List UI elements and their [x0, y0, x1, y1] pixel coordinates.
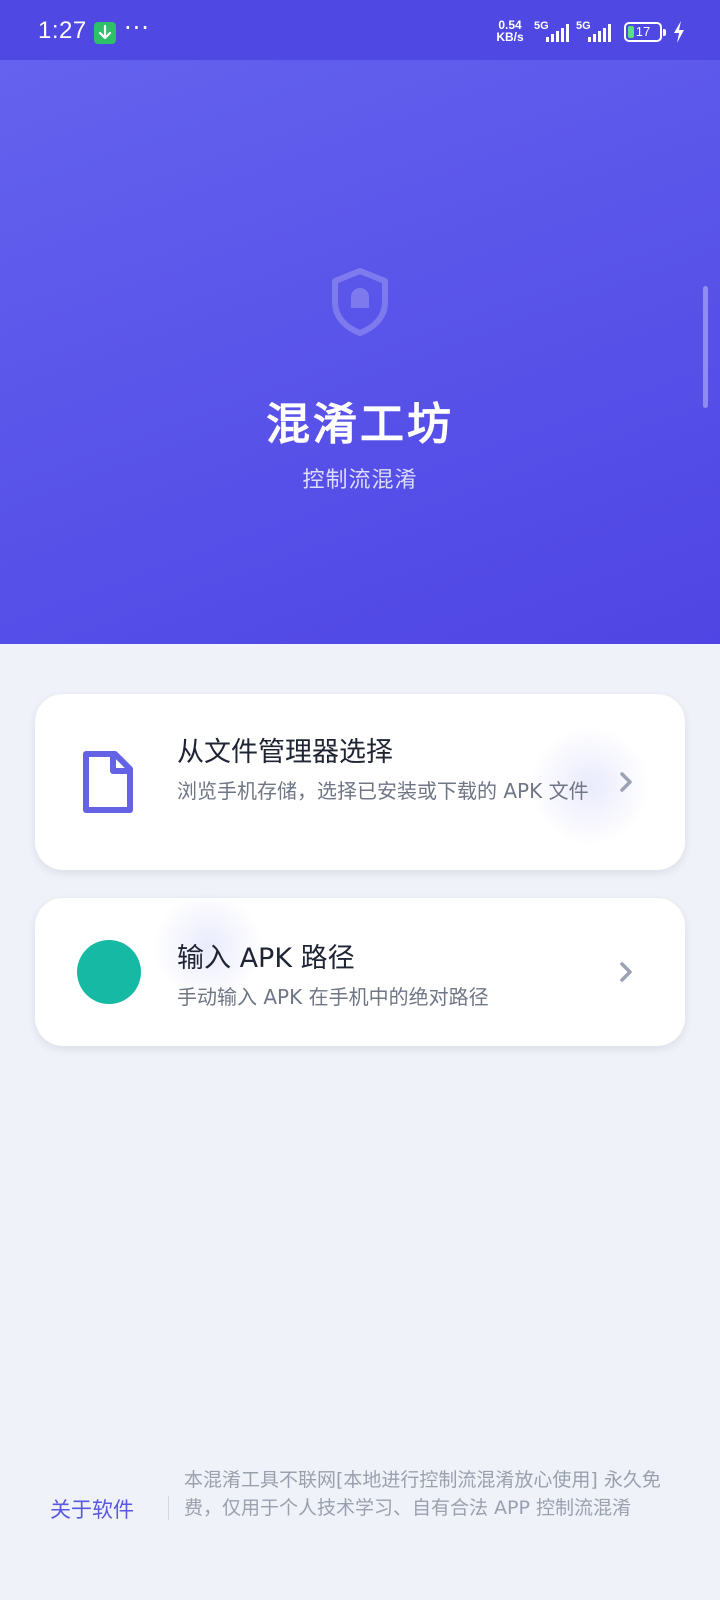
more-notifications-icon: ··· — [124, 14, 150, 42]
network-speed: 0.54 KB/s — [492, 19, 528, 43]
charging-icon — [672, 20, 686, 48]
chevron-right-icon — [618, 960, 634, 988]
hero-header: 混淆工坊 控制流混淆 — [0, 60, 720, 644]
shield-icon — [330, 268, 390, 340]
chevron-right-icon — [618, 770, 634, 798]
card-title: 输入 APK 路径 — [177, 943, 355, 974]
footer-divider — [168, 1496, 169, 1520]
network-speed-unit: KB/s — [496, 30, 524, 44]
status-time: 1:27 — [38, 17, 87, 44]
sim1-network-label: 5G — [534, 20, 549, 32]
scroll-indicator[interactable] — [703, 286, 708, 408]
card-title: 从文件管理器选择 — [177, 737, 393, 768]
signal-sim1-icon: 5G — [534, 20, 574, 48]
card-description: 手动输入 APK 在手机中的绝对路径 — [177, 985, 489, 1009]
circle-icon — [77, 940, 141, 1004]
battery-icon: 17 — [624, 22, 666, 42]
sim2-network-label: 5G — [576, 20, 591, 32]
signal-sim2-icon: 5G — [576, 20, 616, 48]
status-bar: 1:27 ··· 0.54 KB/s 5G 5G 17 — [0, 0, 720, 60]
select-from-file-manager-card[interactable]: 从文件管理器选择 浏览手机存储，选择已安装或下载的 APK 文件 — [35, 694, 685, 870]
input-apk-path-card[interactable]: 输入 APK 路径 手动输入 APK 在手机中的绝对路径 — [35, 892, 685, 1046]
battery-level: 17 — [635, 24, 651, 39]
app-subtitle: 控制流混淆 — [302, 468, 418, 493]
download-notification-icon — [94, 22, 116, 44]
card-description: 浏览手机存储，选择已安装或下载的 APK 文件 — [177, 779, 589, 803]
file-icon — [82, 750, 134, 818]
about-software-link[interactable]: 关于软件 — [50, 1494, 134, 1524]
app-title: 混淆工坊 — [266, 399, 454, 450]
status-indicators: 0.54 KB/s 5G 5G 17 — [460, 0, 720, 60]
footer-disclaimer: 本混淆工具不联网[本地进行控制流混淆放心使用] 永久免费，仅用于个人技术学习、自… — [184, 1469, 661, 1519]
